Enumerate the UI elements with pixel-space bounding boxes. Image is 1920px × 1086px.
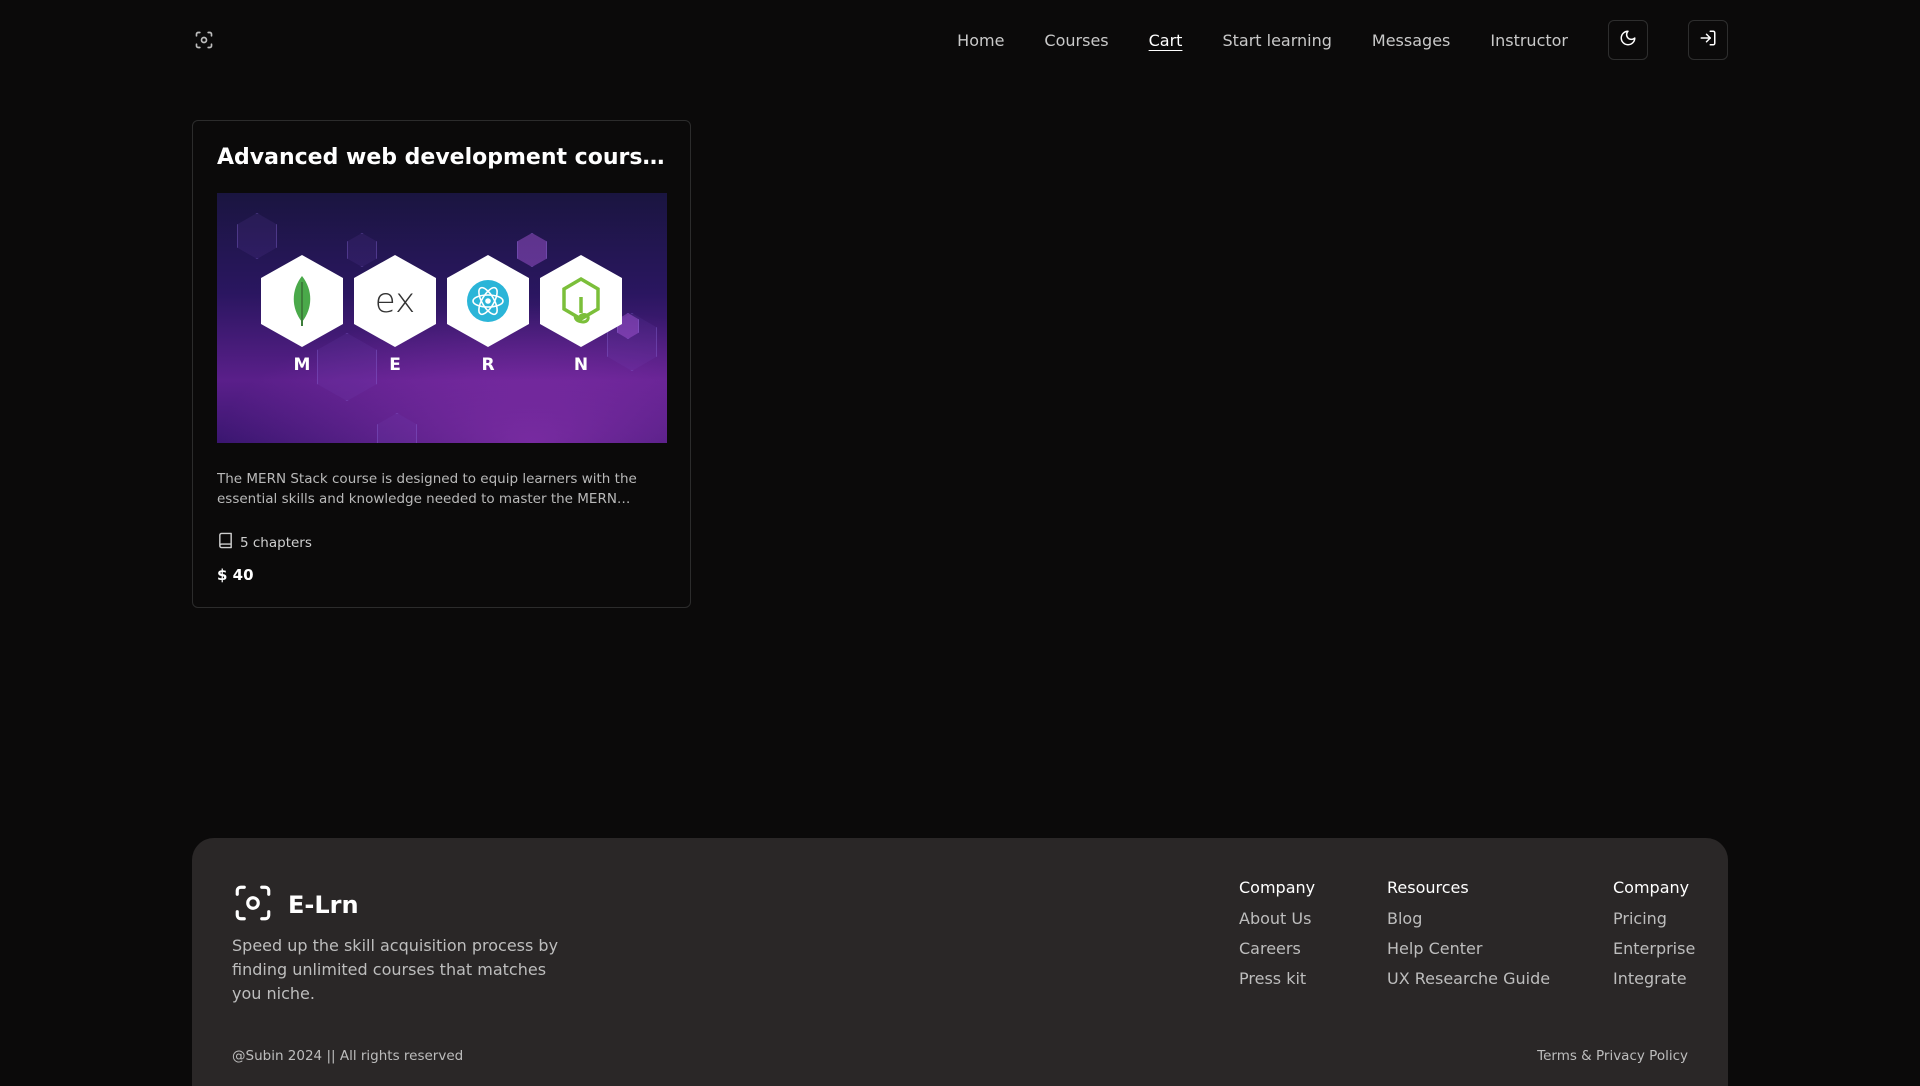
express-ex-icon: ex: [354, 255, 436, 347]
course-title[interactable]: Advanced web development course Me…: [217, 143, 666, 173]
login-button[interactable]: [1688, 20, 1728, 60]
nav-cart[interactable]: Cart: [1149, 31, 1183, 50]
nav-instructor[interactable]: Instructor: [1490, 31, 1568, 50]
footer-link-pricing[interactable]: Pricing: [1613, 909, 1695, 928]
mern-letter-m: M: [293, 355, 311, 375]
theme-toggle-button[interactable]: [1608, 20, 1648, 60]
footer-link-integrate[interactable]: Integrate: [1613, 969, 1695, 988]
footer-column-heading: Resources: [1387, 878, 1469, 897]
footer-link-blog[interactable]: Blog: [1387, 909, 1550, 928]
main-nav: Home Courses Cart Start learning Message…: [917, 20, 1728, 60]
nav-start-learning[interactable]: Start learning: [1222, 31, 1331, 50]
course-card[interactable]: Advanced web development course Me… M: [192, 120, 691, 608]
book-icon: [217, 531, 240, 554]
footer: E-Lrn Speed up the skill acquisition pro…: [192, 838, 1728, 1086]
logo-scan-focus-icon[interactable]: [192, 28, 216, 52]
log-in-icon: [1699, 29, 1717, 51]
course-price: $ 40: [217, 566, 254, 584]
chapters-label: 5 chapters: [240, 534, 312, 551]
mongodb-leaf-icon: [261, 255, 343, 347]
footer-column-heading: Company: [1613, 878, 1690, 897]
footer-link-help-center[interactable]: Help Center: [1387, 939, 1550, 958]
footer-link-press-kit[interactable]: Press kit: [1239, 969, 1315, 988]
copyright-text: @Subin 2024 || All rights reserved: [232, 1048, 464, 1064]
brand-name: E-Lrn: [288, 891, 359, 919]
nav-home[interactable]: Home: [957, 31, 1004, 50]
nav-courses[interactable]: Courses: [1044, 31, 1108, 50]
react-atom-icon: [447, 255, 529, 347]
mern-letter-n: N: [573, 355, 589, 375]
top-navbar: Home Courses Cart Start learning Message…: [192, 20, 1728, 60]
footer-tagline: Speed up the skill acquisition process b…: [232, 936, 559, 1003]
course-thumbnail[interactable]: M ex E R N: [217, 193, 667, 443]
mern-logo-row: M ex E R N: [261, 255, 633, 375]
footer-link-ux-guide[interactable]: UX Researche Guide: [1387, 969, 1550, 988]
footer-column-heading: Company: [1239, 878, 1316, 897]
mern-letter-e: E: [389, 355, 401, 375]
footer-column-resources: Resources Blog Help Center UX Researche …: [1387, 878, 1550, 999]
footer-link-enterprise[interactable]: Enterprise: [1613, 939, 1695, 958]
terms-privacy-link[interactable]: Terms & Privacy Policy: [1537, 1048, 1688, 1064]
nav-messages[interactable]: Messages: [1372, 31, 1450, 50]
nodejs-hex-icon: [540, 255, 622, 347]
mern-letter-r: R: [481, 355, 495, 375]
footer-link-about-us[interactable]: About Us: [1239, 909, 1315, 928]
footer-link-careers[interactable]: Careers: [1239, 939, 1315, 958]
footer-brand[interactable]: E-Lrn: [232, 882, 359, 928]
scan-focus-icon: [232, 882, 274, 928]
course-description: The MERN Stack course is designed to equ…: [217, 471, 637, 507]
chapters-count: 5 chapters: [217, 531, 666, 554]
footer-column-company: Company About Us Careers Press kit: [1239, 878, 1315, 999]
moon-icon: [1619, 29, 1637, 51]
footer-column-company-2: Company Pricing Enterprise Integrate: [1613, 878, 1695, 999]
